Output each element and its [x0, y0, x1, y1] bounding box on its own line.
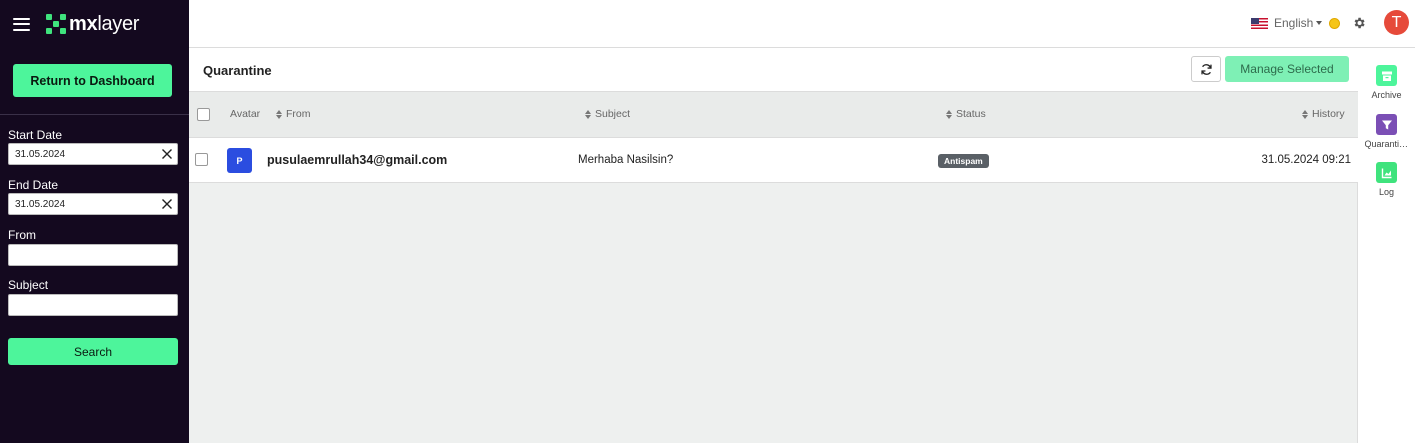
us-flag-icon — [1251, 17, 1268, 29]
refresh-button[interactable] — [1191, 56, 1221, 82]
row-subject: Merhaba Nasilsin? — [578, 154, 674, 166]
logo-mark-icon — [46, 14, 66, 34]
title-bar: Quarantine Manage Selected — [189, 48, 1358, 92]
theme-toggle-icon[interactable] — [1329, 18, 1340, 29]
chart-icon — [1376, 162, 1397, 183]
refresh-icon — [1200, 63, 1212, 75]
rail-item-quarantine[interactable]: Quarantine — [1358, 114, 1415, 149]
subject-input[interactable] — [8, 294, 178, 316]
clear-start-date-icon[interactable] — [161, 147, 173, 161]
main-content: Quarantine Manage Selected Avatar From S… — [189, 48, 1358, 443]
top-header: English T — [189, 0, 1415, 48]
row-checkbox[interactable] — [195, 153, 208, 166]
hamburger-menu-icon[interactable] — [13, 17, 30, 31]
sidebar-divider — [0, 114, 189, 115]
sidebar-topbar: mxlayer — [0, 0, 189, 48]
language-selector[interactable]: English — [1251, 16, 1323, 30]
manage-selected-button[interactable]: Manage Selected — [1225, 56, 1349, 82]
rail-label-log: Log — [1378, 187, 1395, 197]
clear-end-date-icon[interactable] — [161, 197, 173, 211]
logo-text: mxlayer — [69, 12, 140, 35]
sort-icon — [946, 109, 952, 119]
table-row[interactable]: P pusulaemrullah34@gmail.com Merhaba Nas… — [189, 138, 1358, 183]
rail-label-archive: Archive — [1371, 90, 1402, 100]
sort-icon — [1302, 109, 1308, 119]
user-avatar[interactable]: T — [1384, 10, 1409, 35]
rail-item-archive[interactable]: Archive — [1358, 65, 1415, 100]
sort-icon — [276, 109, 282, 119]
status-badge: Antispam — [938, 154, 989, 168]
column-subject[interactable]: Subject — [585, 108, 630, 120]
column-history[interactable]: History — [1302, 108, 1345, 120]
search-button[interactable]: Search — [8, 338, 178, 365]
rail-item-log[interactable]: Log — [1358, 162, 1415, 197]
caret-down-icon — [1316, 21, 1323, 25]
column-from[interactable]: From — [276, 108, 311, 120]
return-to-dashboard-button[interactable]: Return to Dashboard — [13, 64, 172, 97]
from-input[interactable] — [8, 244, 178, 266]
select-all-checkbox[interactable] — [197, 108, 210, 121]
start-date-label: Start Date — [8, 128, 63, 142]
start-date-field[interactable]: 31.05.2024 — [8, 143, 178, 165]
language-label: English — [1274, 16, 1314, 30]
start-date-value: 31.05.2024 — [15, 148, 66, 160]
filter-icon — [1376, 114, 1397, 135]
rail-label-quarantine: Quarantine — [1364, 139, 1409, 149]
subject-label: Subject — [8, 278, 49, 292]
end-date-field[interactable]: 31.05.2024 — [8, 193, 178, 215]
table-header: Avatar From Subject Status History — [189, 92, 1358, 138]
page-title: Quarantine — [203, 63, 272, 78]
settings-gear-icon[interactable] — [1352, 16, 1366, 30]
sender-avatar: P — [227, 148, 252, 173]
from-label: From — [8, 228, 36, 242]
end-date-value: 31.05.2024 — [15, 198, 66, 210]
column-avatar: Avatar — [230, 108, 261, 120]
end-date-label: End Date — [8, 178, 59, 192]
row-from: pusulaemrullah34@gmail.com — [267, 153, 448, 167]
sort-icon — [585, 109, 591, 119]
right-rail: Archive Quarantine Log — [1358, 48, 1415, 443]
row-history: 31.05.2024 09:21 — [1261, 154, 1351, 166]
brand-logo[interactable]: mxlayer — [46, 13, 139, 36]
sidebar: mxlayer Return to Dashboard Start Date 3… — [0, 0, 189, 443]
archive-icon — [1376, 65, 1397, 86]
column-status[interactable]: Status — [946, 108, 986, 120]
